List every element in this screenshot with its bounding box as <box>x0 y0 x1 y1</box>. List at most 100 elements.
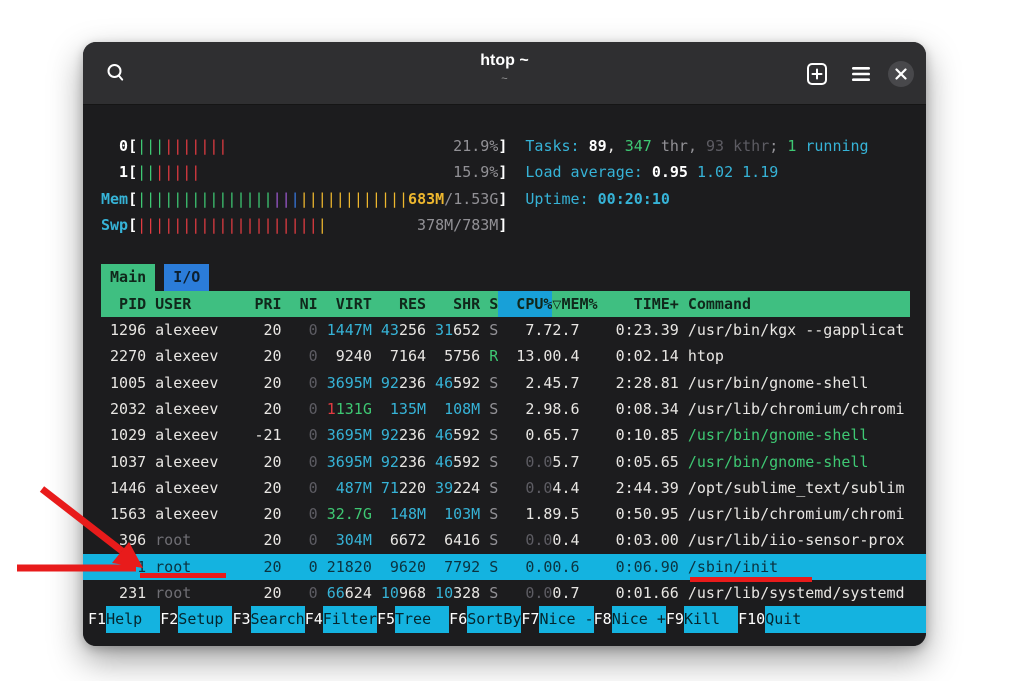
column-header-time[interactable]: TIME+ <box>598 291 679 317</box>
fn-button-search[interactable]: Search <box>251 606 305 632</box>
cell-command: /opt/sublime_text/sublim <box>679 475 910 501</box>
cell-virt: 66624 <box>318 580 372 606</box>
cell-shr: 39224 <box>426 475 480 501</box>
cell-shr: 103M <box>426 501 480 527</box>
cell-res: 135M <box>372 396 426 422</box>
fn-button-help[interactable]: Help <box>106 606 160 632</box>
meter-label: Mem <box>101 186 128 212</box>
cell-shr: 7792 <box>426 554 480 580</box>
cell-res: 9620 <box>372 554 426 580</box>
meter-row-mem: Mem[||||||||||||||||||||||||||||||683M/1… <box>101 186 910 212</box>
fn-button-tree[interactable]: Tree <box>395 606 449 632</box>
cell-mem: 5.7 <box>552 422 597 448</box>
system-info-line: Uptime: 00:20:10 <box>507 186 670 212</box>
cell-user: root <box>146 527 245 553</box>
column-header-shr[interactable]: SHR <box>426 291 480 317</box>
process-row-selected[interactable]: 1root2002182096207792S0.00.60:06.90/sbin… <box>83 554 926 580</box>
cell-pri: 20 <box>245 501 281 527</box>
cell-mem: 5.7 <box>552 449 597 475</box>
column-header-pri[interactable]: PRI <box>245 291 281 317</box>
cell-time: 0:23.39 <box>598 317 679 343</box>
cell-res: 92236 <box>372 370 426 396</box>
cell-pid: 396 <box>101 527 146 553</box>
column-header-cpu[interactable]: CPU% <box>498 291 552 317</box>
column-header-mem[interactable]: ▽MEM% <box>552 291 597 317</box>
cell-user: root <box>146 554 245 580</box>
column-header-s[interactable]: S <box>480 291 498 317</box>
column-header-command[interactable]: Command <box>679 291 910 317</box>
blank-line <box>101 238 910 264</box>
cell-ni: 0 <box>282 449 318 475</box>
function-key-bar: F1HelpF2SetupF3SearchF4FilterF5TreeF6Sor… <box>88 606 926 632</box>
fn-button-nice-+[interactable]: Nice + <box>612 606 666 632</box>
column-header-pid[interactable]: PID <box>101 291 146 317</box>
cell-user: alexeev <box>146 422 245 448</box>
cell-s: S <box>480 527 498 553</box>
cell-cpu: 0.0 <box>498 527 552 553</box>
column-header-res[interactable]: RES <box>372 291 426 317</box>
cell-cpu: 0.0 <box>498 449 552 475</box>
column-header-virt[interactable]: VIRT <box>318 291 372 317</box>
cell-pri: 20 <box>245 317 281 343</box>
cell-time: 0:02.14 <box>598 343 679 369</box>
cell-ni: 0 <box>282 343 318 369</box>
close-button[interactable] <box>888 61 914 87</box>
cell-ni: 0 <box>282 475 318 501</box>
fn-key-f6: F6 <box>449 606 467 632</box>
cell-s: S <box>480 554 498 580</box>
cell-user: alexeev <box>146 396 245 422</box>
menu-button[interactable] <box>844 57 878 91</box>
process-row[interactable]: 396root200304M66726416S0.00.40:03.00/usr… <box>101 527 910 553</box>
column-header-ni[interactable]: NI <box>282 291 318 317</box>
search-button[interactable] <box>99 56 133 90</box>
cell-res: 148M <box>372 501 426 527</box>
fn-button-setup[interactable]: Setup <box>178 606 232 632</box>
process-row[interactable]: 1446alexeev200487M7122039224S0.04.42:44.… <box>101 475 910 501</box>
search-icon <box>106 63 126 83</box>
cell-res: 7164 <box>372 343 426 369</box>
new-tab-button[interactable] <box>800 57 834 91</box>
cell-res: 43256 <box>372 317 426 343</box>
tab-io[interactable]: I/O <box>164 264 209 290</box>
fn-button-nice--[interactable]: Nice - <box>539 606 593 632</box>
screen-tabs: Main I/O <box>101 264 910 290</box>
cell-res: 6672 <box>372 527 426 553</box>
cell-user: alexeev <box>146 343 245 369</box>
cell-cpu: 2.9 <box>498 396 552 422</box>
fn-button-quit[interactable]: Quit <box>765 606 926 632</box>
cell-pri: 20 <box>245 527 281 553</box>
cell-mem: 4.4 <box>552 475 597 501</box>
cell-shr: 5756 <box>426 343 480 369</box>
terminal-content: 0[||||||||||21.9%]Tasks: 89, 347 thr, 93… <box>83 105 926 646</box>
cell-pid: 1446 <box>101 475 146 501</box>
cell-user: alexeev <box>146 449 245 475</box>
fn-button-kill[interactable]: Kill <box>684 606 738 632</box>
fn-button-sortby[interactable]: SortBy <box>467 606 521 632</box>
process-row[interactable]: 2032alexeev2001131G135M108MS2.98.60:08.3… <box>101 396 910 422</box>
screenshot-stage: htop ~ ~ <box>0 0 1009 681</box>
cell-mem: 0.4 <box>552 527 597 553</box>
cell-virt: 304M <box>318 527 372 553</box>
cell-time: 0:50.95 <box>598 501 679 527</box>
process-row[interactable]: 1005alexeev2003695M9223646592S2.45.72:28… <box>101 370 910 396</box>
cell-user: alexeev <box>146 370 245 396</box>
tab-main[interactable]: Main <box>101 264 155 290</box>
cell-ni: 0 <box>282 527 318 553</box>
terminal-window: htop ~ ~ <box>83 42 926 646</box>
column-header-user[interactable]: USER <box>146 291 245 317</box>
process-row[interactable]: 2270alexeev200924071645756R13.00.40:02.1… <box>101 343 910 369</box>
process-row[interactable]: 1563alexeev20032.7G148M103MS1.89.50:50.9… <box>101 501 910 527</box>
fn-button-filter[interactable]: Filter <box>323 606 377 632</box>
cell-command: /usr/lib/chromium/chromi <box>679 501 910 527</box>
cell-command: /usr/bin/kgx --gapplicat <box>679 317 910 343</box>
cell-cpu: 0.6 <box>498 422 552 448</box>
process-row[interactable]: 1029alexeev-2103695M9223646592S0.65.70:1… <box>101 422 910 448</box>
process-row[interactable]: 1296alexeev2001447M4325631652S7.72.70:23… <box>101 317 910 343</box>
cell-time: 0:05.65 <box>598 449 679 475</box>
cell-s: S <box>480 449 498 475</box>
meter-bar: ||||||||||21.9% <box>137 133 498 159</box>
cell-time: 2:44.39 <box>598 475 679 501</box>
process-row[interactable]: 231root200666241096810328S0.00.70:01.66/… <box>101 580 910 606</box>
fn-key-f8: F8 <box>594 606 612 632</box>
process-row[interactable]: 1037alexeev2003695M9223646592S0.05.70:05… <box>101 449 910 475</box>
